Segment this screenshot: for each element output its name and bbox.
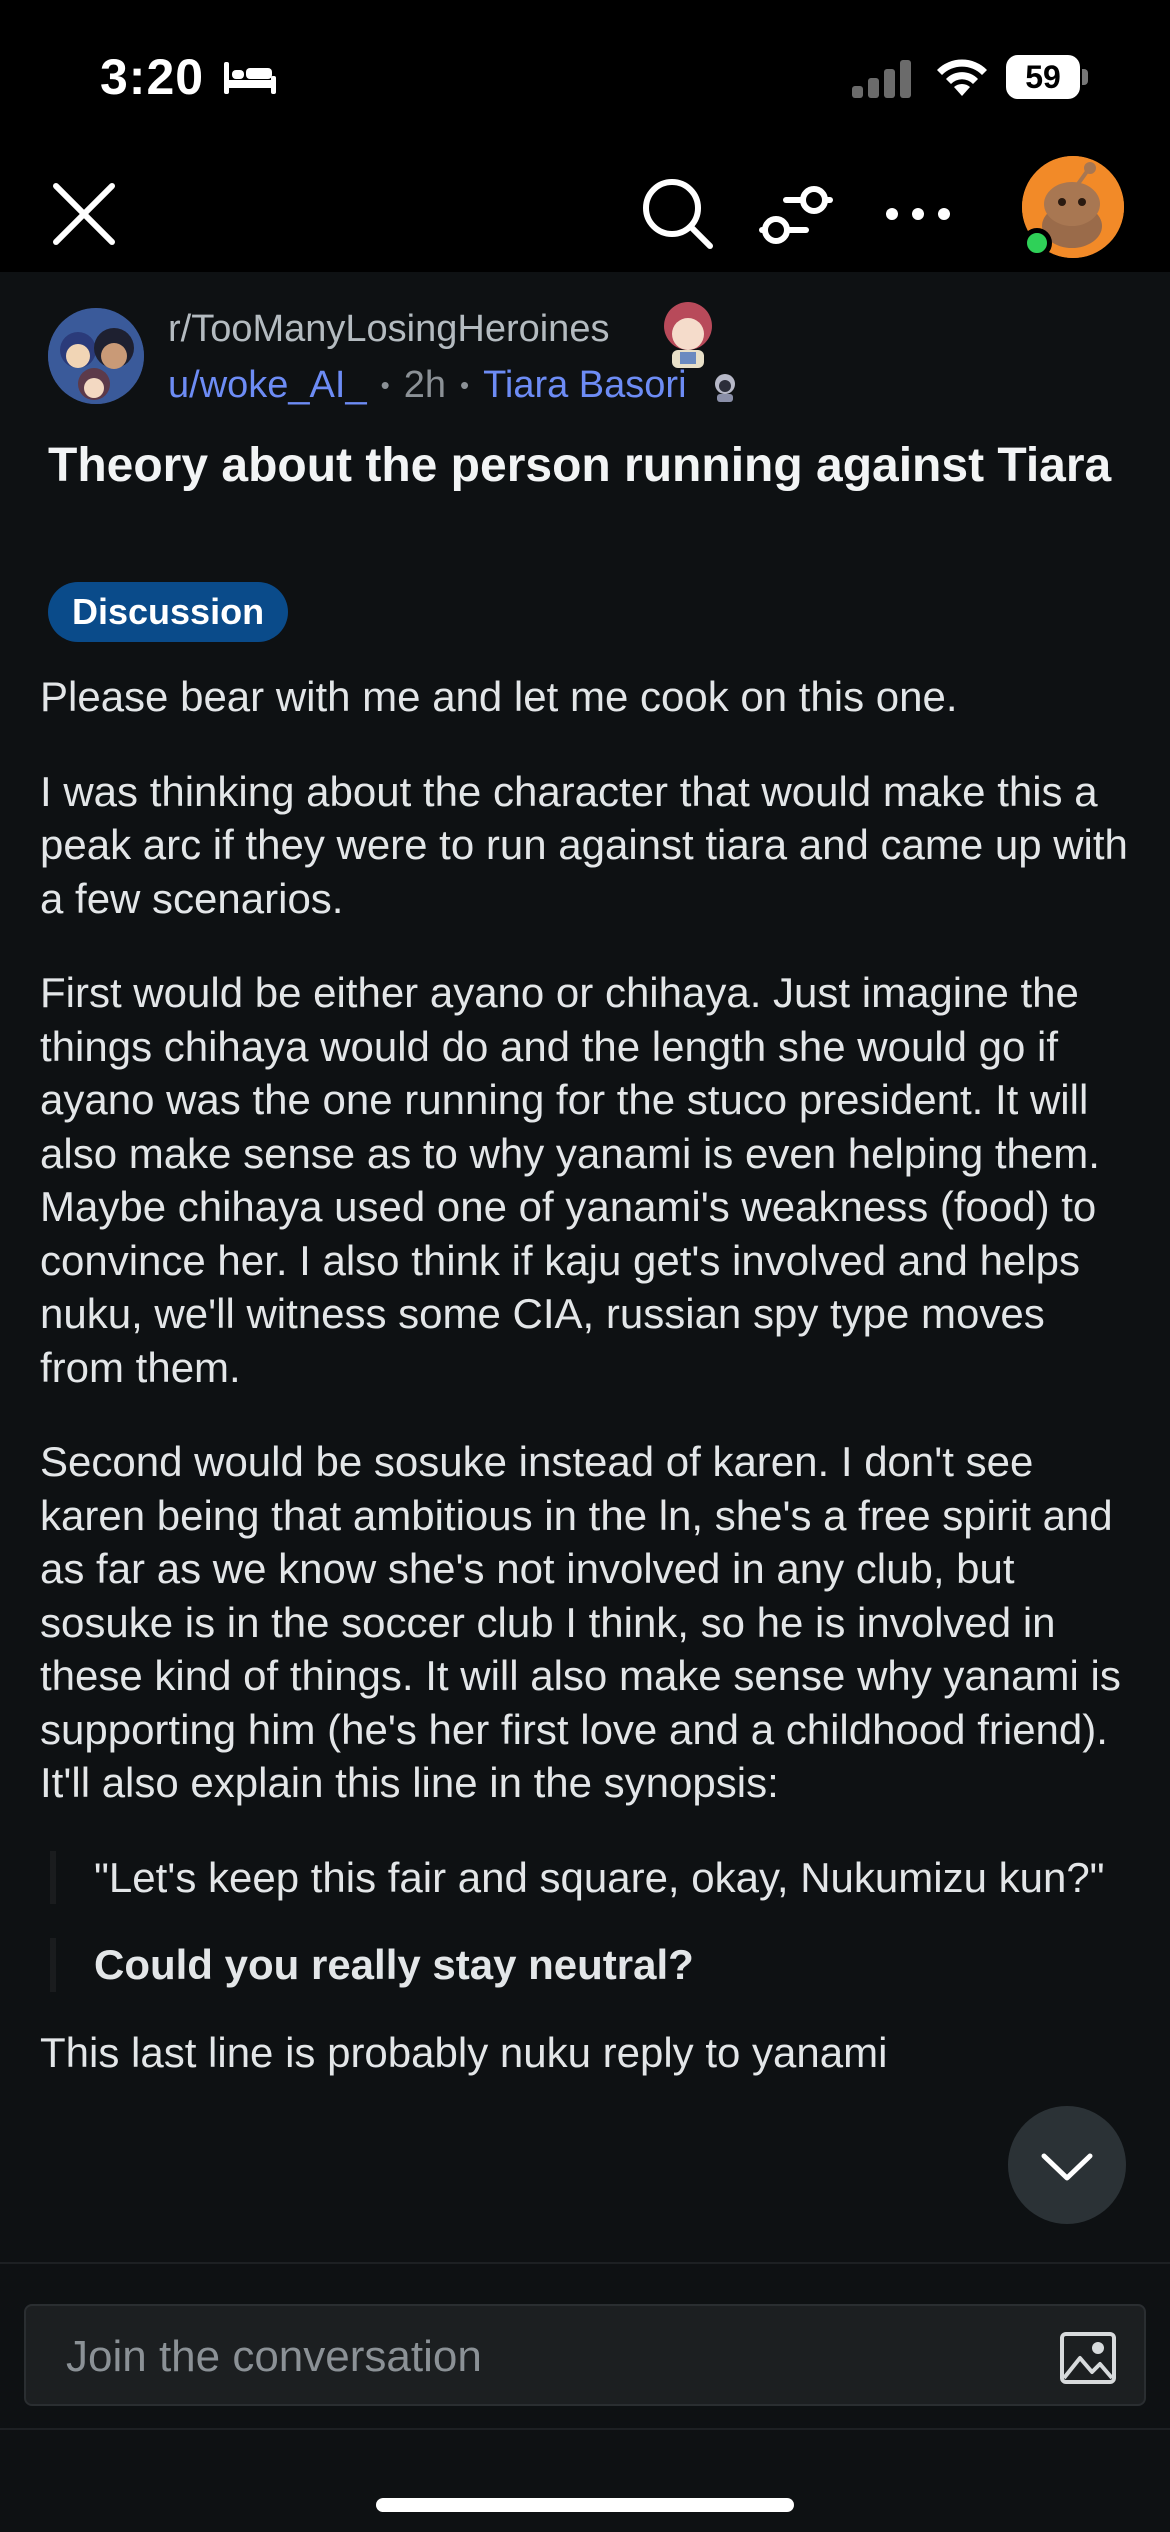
post-paragraph: Please bear with me and let me cook on t… <box>40 673 958 720</box>
blockquote-bold: Could you really stay neutral? <box>50 1938 1130 1992</box>
status-time: 3:20 <box>100 49 205 105</box>
comment-composer-bar <box>0 2262 1170 2532</box>
home-indicator[interactable] <box>376 2498 794 2512</box>
author-link[interactable]: u/woke_AI_ <box>168 364 367 407</box>
chevron-down-icon <box>1041 2153 1093 2181</box>
subreddit-avatar-image <box>48 308 144 404</box>
battery-icon: 59 <box>1006 55 1088 99</box>
post-paragraph: Second would be sosuke instead of karen.… <box>40 1438 1121 1806</box>
blockquote: "Let's keep this fair and square, okay, … <box>50 1850 1130 1904</box>
subreddit-name[interactable]: r/TooManyLosingHeroines <box>168 308 609 351</box>
online-status-dot <box>1022 228 1052 258</box>
subreddit-avatar[interactable] <box>48 308 144 404</box>
cellular-signal-icon <box>852 60 911 98</box>
close-icon[interactable] <box>44 174 124 254</box>
filter-icon[interactable] <box>752 172 836 256</box>
comment-composer[interactable] <box>24 2304 1146 2406</box>
battery-level: 59 <box>1025 59 1061 95</box>
meta-separator: • <box>459 370 470 400</box>
more-icon[interactable] <box>876 172 960 256</box>
comment-input[interactable] <box>66 2330 966 2384</box>
post-flair-tag[interactable]: Discussion <box>48 582 289 642</box>
divider <box>0 2428 1170 2430</box>
post-paragraph: This last line is probably nuku reply to… <box>40 2028 888 2076</box>
search-icon[interactable] <box>634 170 718 254</box>
post-paragraph: I was thinking about the character that … <box>40 767 1128 922</box>
post: r/TooManyLosingHeroines u/woke_AI_ • 2h … <box>0 272 1170 2262</box>
subreddit-flair-icon <box>664 302 712 368</box>
post-title: Theory about the person running against … <box>48 439 1112 492</box>
bed-icon <box>224 62 276 94</box>
scroll-down-button[interactable] <box>1008 2106 1126 2224</box>
post-age: 2h <box>403 364 446 406</box>
meta-separator: • <box>380 370 390 400</box>
post-body: Please bear with me and let me cook on t… <box>40 670 1130 2120</box>
status-bar: 3:20 59 <box>0 0 1170 150</box>
user-flair: Tiara Basori <box>483 364 687 406</box>
top-toolbar <box>0 150 1170 272</box>
user-flair-icon <box>714 373 735 402</box>
wifi-icon <box>937 59 987 96</box>
image-icon[interactable] <box>1056 2326 1120 2390</box>
post-meta: u/woke_AI_ • 2h • Tiara Basori <box>168 364 743 407</box>
post-paragraph: First would be either ayano or chihaya. … <box>40 969 1100 1391</box>
